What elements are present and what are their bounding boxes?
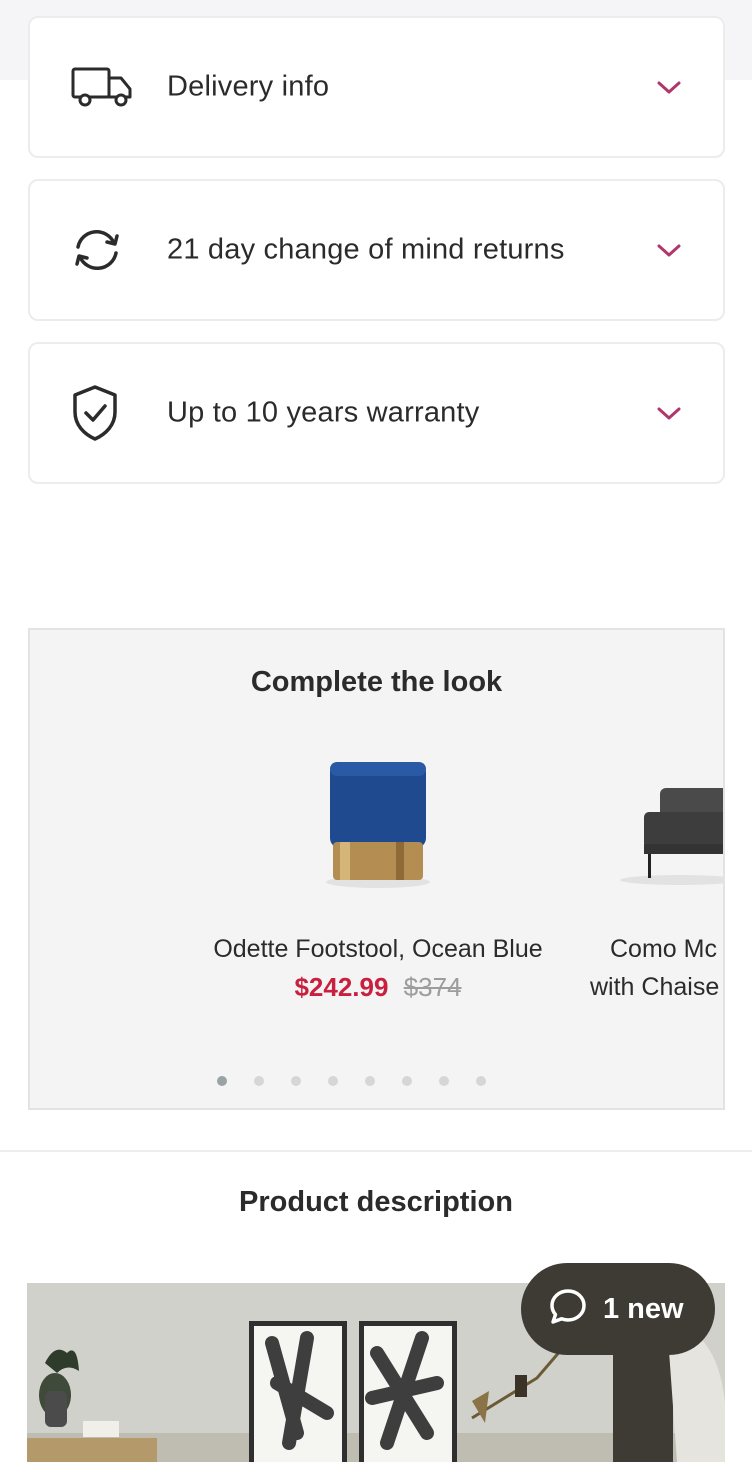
accordion-delivery-info[interactable]: Delivery info [28,16,725,158]
chat-button[interactable]: 1 new [521,1263,715,1355]
product-image[interactable] [590,742,723,902]
accordion-label: Delivery info [167,70,330,103]
shield-check-icon [70,385,136,441]
carousel-dot[interactable] [476,1076,486,1086]
carousel-dot[interactable] [291,1076,301,1086]
chat-bubble-icon [549,1288,587,1331]
accordion-label: Up to 10 years warranty [167,396,480,429]
carousel-dot[interactable] [402,1076,412,1086]
product-name-line2[interactable]: with Chaise [590,968,723,1006]
accordion-returns[interactable]: 21 day change of mind returns [28,179,725,321]
carousel-dot[interactable] [217,1076,227,1086]
product-card[interactable]: Como Mc with Chaise [590,742,723,1006]
section-title: Complete the look [250,666,503,698]
chevron-down-icon[interactable] [655,73,683,101]
product-description-title: Product description [239,1186,513,1218]
carousel-dots[interactable] [30,1076,723,1086]
original-price: $374 [403,972,462,1002]
carousel-dot[interactable] [254,1076,264,1086]
product-image[interactable] [278,742,478,902]
product-card[interactable]: Odette Footstool, Ocean Blue $242.99 $37… [178,742,578,1006]
section-divider [0,1150,752,1152]
chat-new-count: 1 new [603,1292,684,1325]
product-name[interactable]: Como Mc [590,930,723,968]
product-name[interactable]: Odette Footstool, Ocean Blue [178,930,578,968]
carousel-dot[interactable] [439,1076,449,1086]
accordion-label: 21 day change of mind returns [167,233,565,266]
accordion-warranty[interactable]: Up to 10 years warranty [28,342,725,484]
sale-price: $242.99 [294,972,389,1002]
carousel-dot[interactable] [365,1076,375,1086]
truck-icon [70,62,136,112]
chevron-down-icon[interactable] [655,236,683,264]
returns-cycle-icon [70,225,136,275]
price-row: $242.99 $374 [178,968,578,1006]
chevron-down-icon[interactable] [655,399,683,427]
complete-the-look-carousel[interactable]: Complete the look Odette Footstool, Ocea… [28,628,725,1110]
carousel-dot[interactable] [328,1076,338,1086]
